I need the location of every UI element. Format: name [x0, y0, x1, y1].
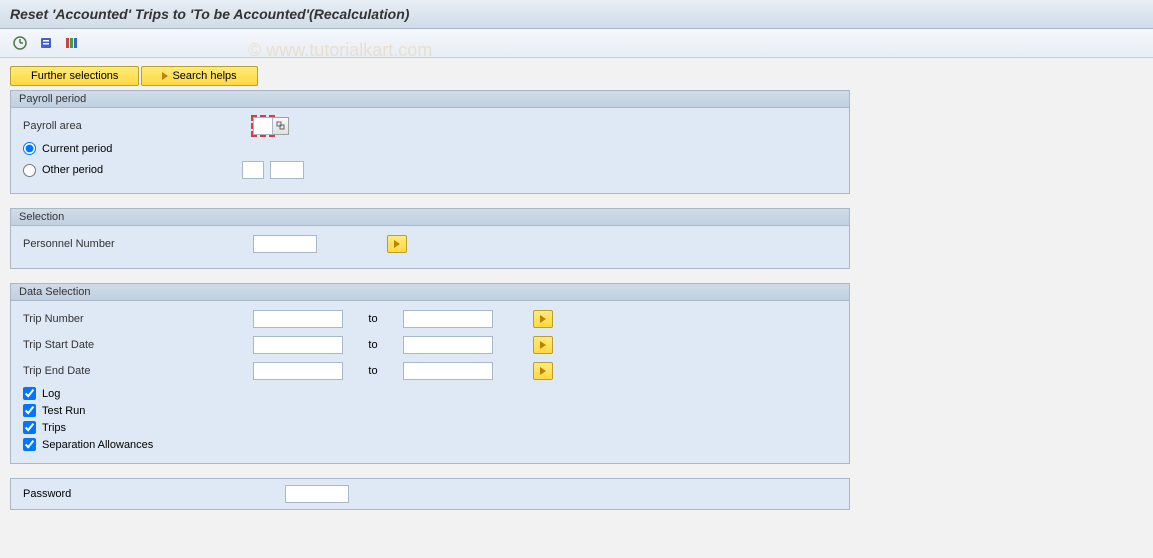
test-run-checkbox[interactable] [23, 404, 36, 417]
personnel-number-input[interactable] [253, 235, 317, 253]
trip-number-from-input[interactable] [253, 310, 343, 328]
data-selection-title: Data Selection [11, 284, 849, 301]
sep-allowances-checkbox[interactable] [23, 438, 36, 451]
log-label: Log [42, 388, 60, 400]
arrow-right-icon [540, 341, 546, 349]
further-selections-button[interactable]: Further selections [10, 66, 139, 86]
other-period-label: Other period [42, 164, 238, 176]
test-run-label: Test Run [42, 405, 85, 417]
password-input[interactable] [285, 485, 349, 503]
trips-label: Trips [42, 422, 66, 434]
trip-end-to-input[interactable] [403, 362, 493, 380]
multi-select-button[interactable] [387, 235, 407, 253]
selection-title: Selection [11, 209, 849, 226]
to-label: to [343, 339, 403, 351]
arrow-right-icon [394, 240, 400, 248]
trip-number-label: Trip Number [23, 313, 253, 325]
execute-icon[interactable] [10, 33, 30, 53]
selection-group: Selection Personnel Number [10, 208, 850, 269]
multi-select-button[interactable] [533, 336, 553, 354]
log-checkbox[interactable] [23, 387, 36, 400]
page-title: Reset 'Accounted' Trips to 'To be Accoun… [0, 0, 1153, 29]
trip-number-to-input[interactable] [403, 310, 493, 328]
payroll-period-group: Payroll period Payroll area Current peri… [10, 90, 850, 194]
payroll-period-title: Payroll period [11, 91, 849, 108]
other-period-radio[interactable] [23, 164, 36, 177]
data-selection-group: Data Selection Trip Number to Trip Start… [10, 283, 850, 464]
sep-allowances-label: Separation Allowances [42, 439, 153, 451]
password-label: Password [23, 488, 285, 500]
to-label: to [343, 313, 403, 325]
to-label: to [343, 365, 403, 377]
multi-select-button[interactable] [533, 362, 553, 380]
arrow-right-icon [540, 367, 546, 375]
trip-end-from-input[interactable] [253, 362, 343, 380]
arrow-right-icon [540, 315, 546, 323]
password-row: Password [10, 478, 850, 510]
trips-checkbox[interactable] [23, 421, 36, 434]
content-area: Further selections Search helps Payroll … [0, 58, 1153, 518]
app-toolbar [0, 29, 1153, 58]
personnel-number-label: Personnel Number [23, 238, 253, 250]
multi-select-button[interactable] [533, 310, 553, 328]
current-period-radio[interactable] [23, 142, 36, 155]
button-row: Further selections Search helps [10, 66, 1143, 86]
trip-start-from-input[interactable] [253, 336, 343, 354]
other-period-input-b[interactable] [270, 161, 304, 179]
trip-end-label: Trip End Date [23, 365, 253, 377]
search-helps-button[interactable]: Search helps [141, 66, 257, 86]
payroll-area-label: Payroll area [23, 120, 253, 132]
variant-icon[interactable] [36, 33, 56, 53]
trip-start-label: Trip Start Date [23, 339, 253, 351]
arrow-right-icon [162, 72, 168, 80]
payroll-area-input[interactable] [253, 117, 273, 135]
trip-start-to-input[interactable] [403, 336, 493, 354]
f4-help-button[interactable] [273, 117, 289, 135]
other-period-input-a[interactable] [242, 161, 264, 179]
current-period-label: Current period [42, 143, 112, 155]
columns-icon[interactable] [62, 33, 82, 53]
